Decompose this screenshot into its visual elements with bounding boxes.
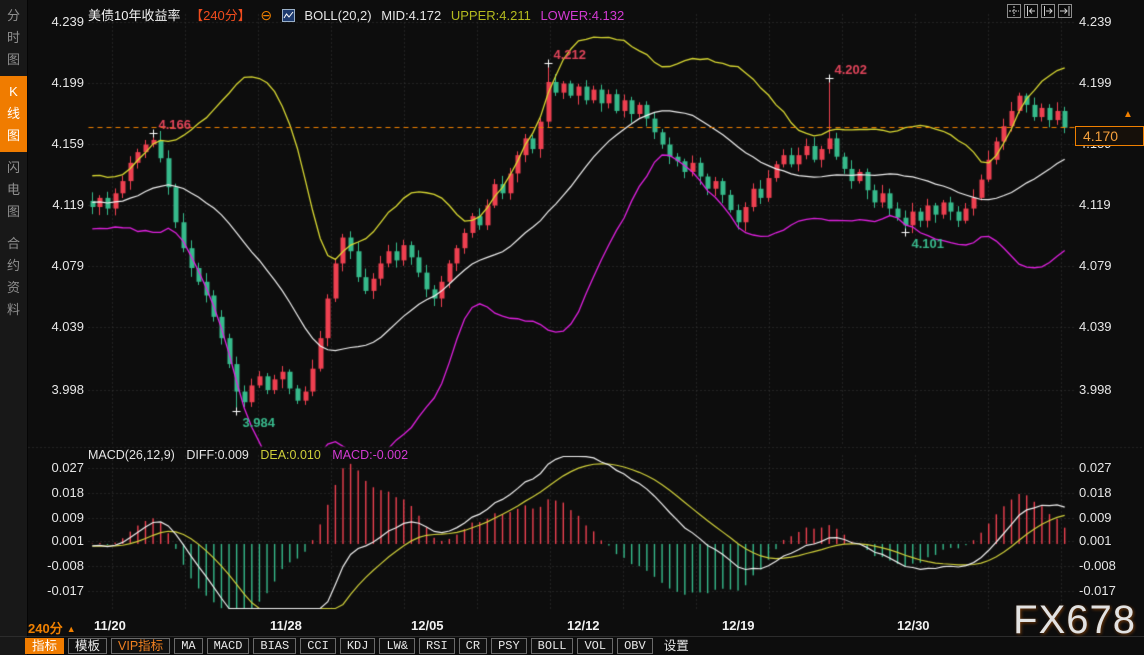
macd-diff-value: DIFF:0.009: [186, 448, 249, 462]
boll-params-label: BOLL(20,2): [304, 8, 371, 23]
indicator-chart-icon[interactable]: [282, 9, 295, 25]
toolbar-item-cr[interactable]: CR: [459, 638, 487, 654]
main-y-axis-label-right: 4.239: [1079, 14, 1139, 30]
macd-y-axis-label-left: 0.009: [38, 510, 84, 526]
macd-params-label: MACD(26,12,9): [88, 448, 175, 462]
x-axis-row: 240分▲ 11/20 11/28 12/05 12/12 12/19 12/30: [0, 616, 1144, 637]
toolbar-item-indicator[interactable]: 指标: [25, 638, 64, 654]
macd-y-axis-label-left: -0.017: [38, 583, 84, 599]
pan-right-icon[interactable]: [1058, 4, 1072, 18]
x-axis-date: 12/05: [411, 618, 444, 633]
main-y-axis-label-left: 4.119: [38, 197, 84, 213]
boll-upper-value: UPPER:4.211: [451, 8, 531, 23]
x-axis-date: 11/20: [94, 618, 126, 633]
macd-y-axis-label-left: -0.008: [38, 558, 84, 574]
main-y-axis-label-left: 4.199: [38, 75, 84, 91]
toolbar-item-lwr[interactable]: LW&: [379, 638, 415, 654]
kline-app-window: 分时图K线图闪电图合约资料 美债10年收益率 【240分】 ⊖ BOLL(20,…: [0, 0, 1144, 655]
main-y-axis-label-right: 4.079: [1079, 258, 1139, 274]
chart-tool-icons: [1007, 4, 1072, 18]
move-icon[interactable]: [1007, 4, 1021, 18]
toolbar-item-rsi[interactable]: RSI: [419, 638, 455, 654]
sidebar-item-time-chart[interactable]: 分时图: [0, 0, 27, 76]
macd-y-axis-label-left: 0.001: [38, 533, 84, 549]
toolbar-item-bias[interactable]: BIAS: [253, 638, 296, 654]
main-y-axis-label-right: 4.039: [1079, 319, 1139, 335]
macd-y-axis-label-right: 0.009: [1079, 510, 1139, 526]
period-title: 【240分】: [190, 8, 251, 23]
main-y-axis-label-left: 3.998: [38, 382, 84, 398]
macd-y-axis-label-right: 0.018: [1079, 485, 1139, 501]
main-y-axis-label-left: 4.239: [38, 14, 84, 30]
main-y-axis-label-right: 4.119: [1079, 197, 1139, 213]
main-y-axis-label-left: 4.079: [38, 258, 84, 274]
toolbar-item-settings[interactable]: 设置: [657, 638, 696, 654]
macd-y-axis-label-left: 0.018: [38, 485, 84, 501]
price-alert-icon[interactable]: ▲: [1123, 110, 1133, 120]
main-y-axis-label-left: 4.039: [38, 319, 84, 335]
collapse-indicator-icon[interactable]: ⊖: [260, 7, 272, 23]
sidebar-item-contract-info[interactable]: 合约资料: [0, 228, 27, 326]
x-axis-date: 11/28: [270, 618, 302, 633]
sidebar: 分时图K线图闪电图合约资料: [0, 0, 28, 655]
macd-header-row: MACD(26,12,9) DIFF:0.009 DEA:0.010 MACD:…: [88, 448, 416, 462]
shrink-x-axis-icon[interactable]: [1024, 4, 1038, 18]
macd-hist-value: MACD:-0.002: [332, 448, 408, 462]
macd-dea-value: DEA:0.010: [260, 448, 320, 462]
expand-x-axis-icon[interactable]: [1041, 4, 1055, 18]
symbol-title: 美债10年收益率: [88, 8, 180, 23]
main-y-axis-label-left: 4.159: [38, 136, 84, 152]
fx678-watermark: FX678: [1013, 598, 1136, 643]
macd-y-axis-label-right: 0.027: [1079, 460, 1139, 476]
x-axis-date: 12/12: [567, 618, 600, 633]
main-y-axis-label-right: 3.998: [1079, 382, 1139, 398]
toolbar-item-cci[interactable]: CCI: [300, 638, 336, 654]
toolbar-item-psy[interactable]: PSY: [491, 638, 527, 654]
main-y-axis-label-right: 4.199: [1079, 75, 1139, 91]
toolbar-item-vip-indicator[interactable]: VIP指标: [111, 638, 170, 654]
x-axis-date: 12/19: [722, 618, 755, 633]
toolbar-item-obv[interactable]: OBV: [617, 638, 653, 654]
x-axis-date: 12/30: [897, 618, 930, 633]
boll-lower-value: LOWER:4.132: [540, 8, 624, 23]
toolbar-item-template[interactable]: 模板: [68, 638, 107, 654]
boll-mid-value: MID:4.172: [381, 8, 441, 23]
sidebar-item-kline-chart[interactable]: K线图: [0, 76, 27, 152]
macd-y-axis-label-right: -0.017: [1079, 583, 1139, 599]
macd-y-axis-label-right: -0.008: [1079, 558, 1139, 574]
indicator-toolbar: 指标模板VIP指标MA MACDBIASCCIKDJLW&RSICRPSYBOLL…: [25, 638, 696, 655]
macd-y-axis-label-right: 0.001: [1079, 533, 1139, 549]
current-price-tag: 4.170: [1075, 126, 1144, 146]
toolbar-item-boll[interactable]: BOLL: [531, 638, 574, 654]
toolbar-item-ma[interactable]: MA: [174, 638, 202, 654]
sidebar-item-flash-chart[interactable]: 闪电图: [0, 152, 27, 228]
toolbar-item-macd[interactable]: MACD: [207, 638, 250, 654]
kline-chart-canvas[interactable]: [0, 0, 1144, 615]
toolbar-item-kdj[interactable]: KDJ: [340, 638, 376, 654]
period-selector[interactable]: 240分▲: [28, 618, 76, 637]
toolbar-item-vol[interactable]: VOL: [577, 638, 613, 654]
chart-title-row: 美债10年收益率 【240分】 ⊖ BOLL(20,2) MID:4.172 U…: [88, 5, 630, 25]
macd-y-axis-label-left: 0.027: [38, 460, 84, 476]
